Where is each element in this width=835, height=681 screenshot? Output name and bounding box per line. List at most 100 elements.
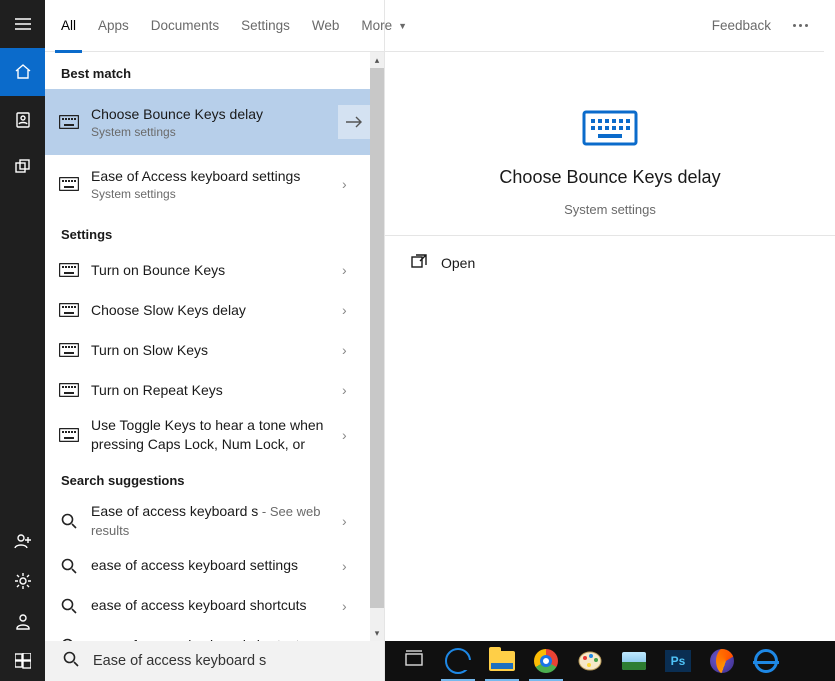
result-suggestion-0[interactable]: Ease of access keyboard s - See web resu… [45, 496, 370, 546]
taskbar-landscape[interactable] [613, 641, 655, 681]
rail-menu-button[interactable] [0, 0, 45, 48]
section-best-match: Best match [45, 52, 370, 89]
preview-pane: Choose Bounce Keys delay System settings… [385, 0, 835, 681]
section-suggestions: Search suggestions [45, 459, 370, 496]
preview-title: Choose Bounce Keys delay [499, 167, 720, 188]
left-rail [0, 0, 45, 681]
keyboard-icon [59, 174, 79, 194]
tab-web[interactable]: Web [312, 0, 340, 52]
edge-icon [445, 648, 471, 674]
preview-open-label: Open [441, 255, 475, 271]
result-title: ease of access keyboard settings [91, 556, 330, 574]
scroll-thumb[interactable] [370, 68, 384, 608]
result-title: Choose Bounce Keys delay [91, 105, 326, 123]
result-setting-0[interactable]: Turn on Bounce Keys › [45, 250, 370, 290]
taskbar: Ps [385, 641, 835, 681]
keyboard-icon [59, 340, 79, 360]
rail-account-button[interactable] [0, 601, 45, 641]
result-suggestion-2[interactable]: ease of access keyboard shortcuts › [45, 586, 370, 626]
result-title: Turn on Bounce Keys [91, 261, 330, 279]
tab-more[interactable]: More ▼ [361, 0, 407, 52]
scroll-down-icon[interactable]: ▾ [370, 625, 384, 641]
chevron-right-icon: › [342, 427, 358, 443]
taskbar-ie[interactable] [745, 641, 787, 681]
chevron-right-icon: › [342, 342, 358, 358]
result-title: Use Toggle Keys to hear a tone when pres… [91, 416, 330, 452]
task-view-icon [404, 649, 424, 674]
search-icon [63, 651, 79, 672]
result-best-match-1[interactable]: Ease of Access keyboard settings System … [45, 155, 370, 213]
chevron-right-icon: › [342, 558, 358, 574]
taskbar-explorer[interactable] [481, 641, 523, 681]
tab-documents[interactable]: Documents [151, 0, 219, 52]
more-options-button[interactable] [793, 0, 808, 52]
taskbar-firefox[interactable] [701, 641, 743, 681]
firefox-icon [710, 649, 734, 673]
chevron-right-icon: › [342, 598, 358, 614]
chrome-icon [534, 649, 558, 673]
open-side-button[interactable] [338, 105, 370, 139]
rail-apps-button[interactable] [0, 144, 45, 192]
result-title: ease of access keyboard shortcuts [91, 596, 330, 614]
rail-start-button[interactable] [0, 641, 45, 681]
preview-sub: System settings [564, 202, 656, 217]
keyboard-icon [59, 425, 79, 445]
rail-add-user-button[interactable] [0, 521, 45, 561]
search-icon [59, 596, 79, 616]
search-input-text: Ease of access keyboard s [93, 653, 266, 669]
rail-home-button[interactable] [0, 48, 45, 96]
photoshop-icon: Ps [665, 650, 691, 672]
result-setting-1[interactable]: Choose Slow Keys delay › [45, 290, 370, 330]
ie-icon [754, 649, 778, 673]
taskbar-paint[interactable] [569, 641, 611, 681]
search-input[interactable]: Ease of access keyboard s [45, 641, 384, 681]
result-sub: System settings [91, 125, 326, 139]
keyboard-icon [582, 108, 638, 153]
results-scrollbar[interactable]: ▴ ▾ [370, 52, 384, 641]
taskbar-photoshop[interactable]: Ps [657, 641, 699, 681]
result-title: Ease of Access keyboard settings [91, 167, 330, 185]
paint-icon [577, 650, 603, 672]
preview-open-button[interactable]: Open [411, 254, 809, 271]
feedback-button[interactable]: Feedback [712, 0, 771, 52]
folder-icon [489, 651, 515, 671]
result-best-match-0[interactable]: Choose Bounce Keys delay System settings [45, 89, 370, 155]
result-title: Turn on Slow Keys [91, 341, 330, 359]
result-setting-4[interactable]: Use Toggle Keys to hear a tone when pres… [45, 410, 370, 458]
chevron-right-icon: › [342, 176, 358, 192]
chevron-right-icon: › [342, 382, 358, 398]
chevron-down-icon: ▼ [398, 21, 407, 31]
search-tabs: All Apps Documents Settings Web More ▼ F… [45, 0, 824, 52]
rail-settings-button[interactable] [0, 561, 45, 601]
keyboard-icon [59, 260, 79, 280]
keyboard-icon [59, 112, 79, 132]
search-icon [59, 556, 79, 576]
result-title: Choose Slow Keys delay [91, 301, 330, 319]
open-icon [411, 254, 427, 271]
rail-contacts-button[interactable] [0, 96, 45, 144]
task-view-button[interactable] [393, 641, 435, 681]
tab-settings[interactable]: Settings [241, 0, 290, 52]
result-setting-2[interactable]: Turn on Slow Keys › [45, 330, 370, 370]
section-settings: Settings [45, 213, 370, 250]
tab-all[interactable]: All [61, 0, 76, 52]
result-title: Ease of access keyboard s - See web resu… [91, 502, 330, 540]
keyboard-icon [59, 300, 79, 320]
taskbar-edge[interactable] [437, 641, 479, 681]
taskbar-chrome[interactable] [525, 641, 567, 681]
result-title: Turn on Repeat Keys [91, 381, 330, 399]
result-suggestion-1[interactable]: ease of access keyboard settings › [45, 546, 370, 586]
keyboard-icon [59, 380, 79, 400]
search-panel: All Apps Documents Settings Web More ▼ F… [45, 0, 385, 681]
tab-apps[interactable]: Apps [98, 0, 129, 52]
result-sub: System settings [91, 187, 330, 201]
chevron-right-icon: › [342, 513, 358, 529]
scroll-up-icon[interactable]: ▴ [370, 52, 384, 68]
landscape-icon [622, 652, 646, 670]
tab-more-label: More [361, 18, 392, 33]
result-setting-3[interactable]: Turn on Repeat Keys › [45, 370, 370, 410]
results-list: Best match Choose Bounce Keys delay Syst… [45, 52, 384, 681]
chevron-right-icon: › [342, 262, 358, 278]
search-icon [59, 511, 79, 531]
result-suggestion-3[interactable]: ease of access keyboard shortcuts › [45, 626, 370, 641]
